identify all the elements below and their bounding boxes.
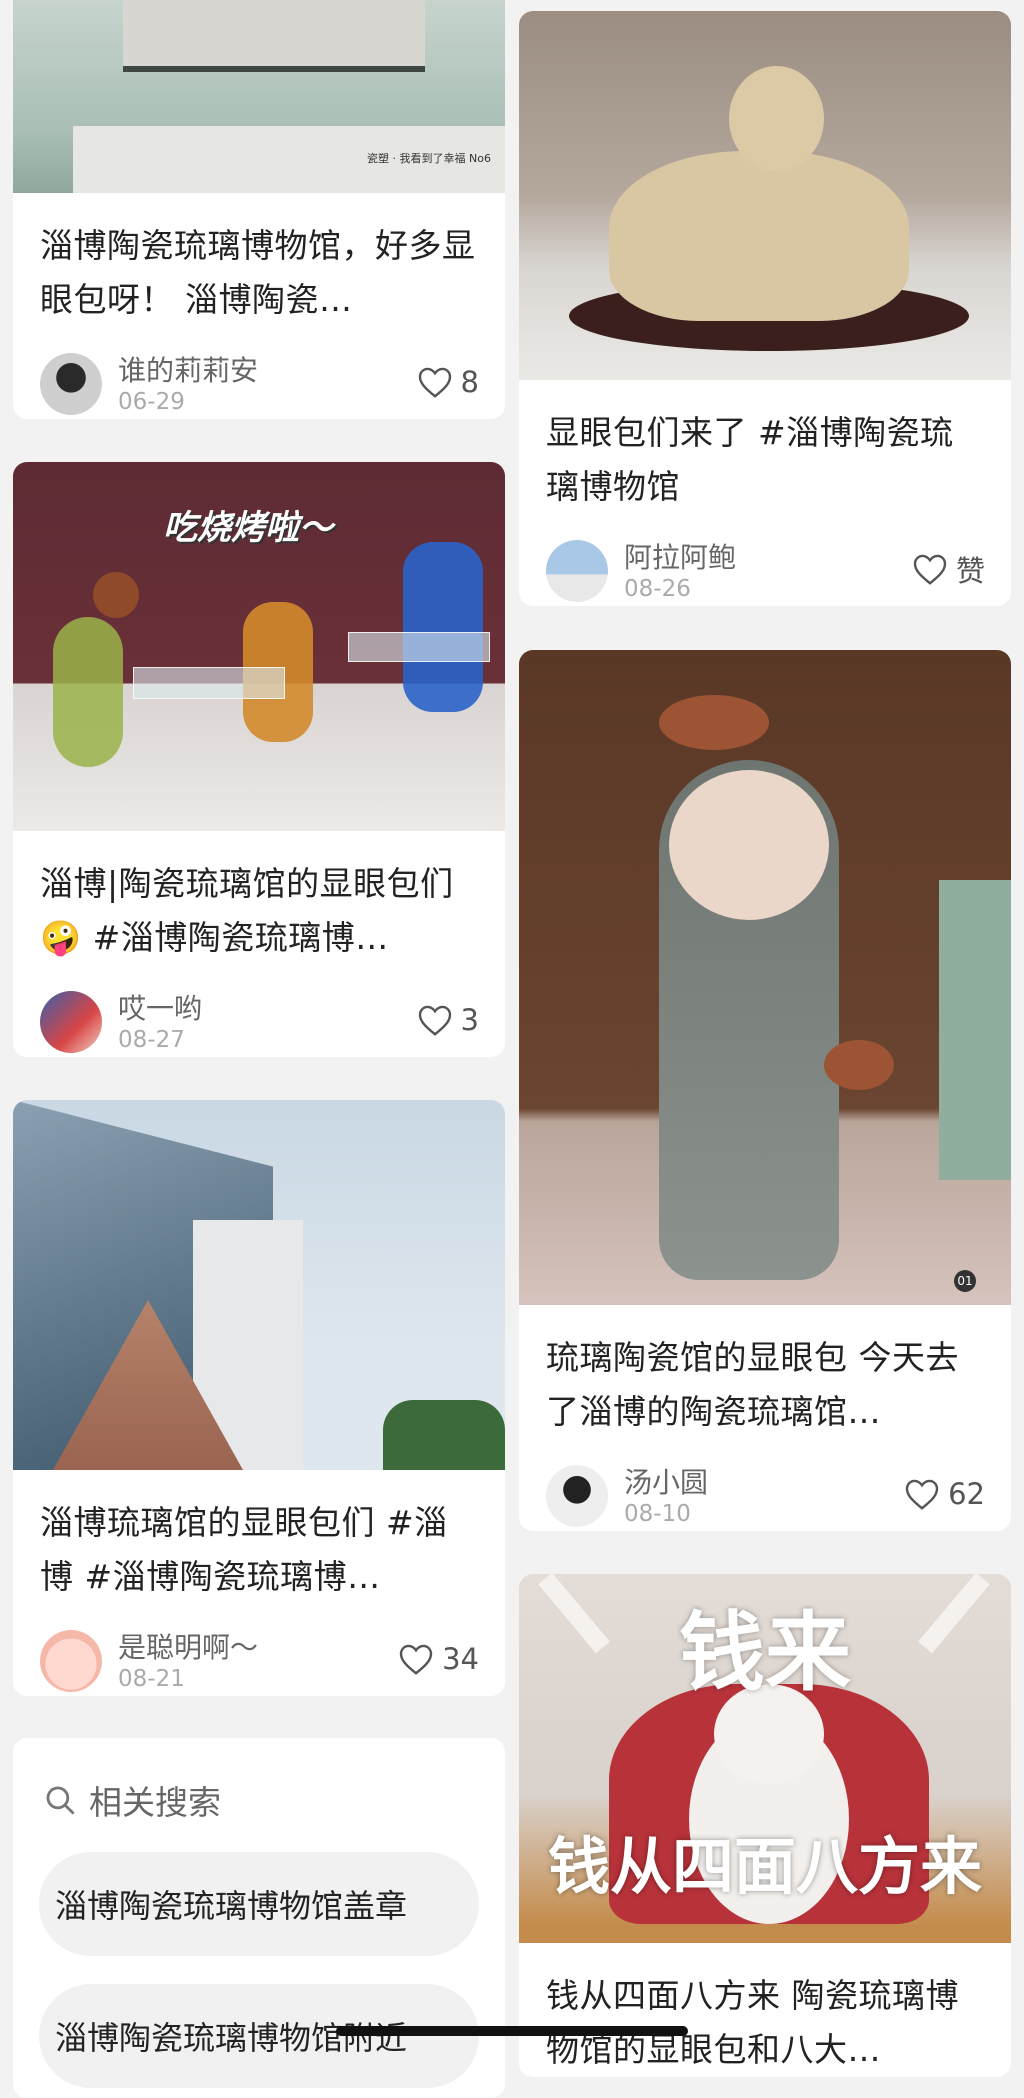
author-name[interactable]: 谁的莉莉安 [118,349,258,389]
note-image[interactable] [519,11,1011,380]
note-card[interactable]: 淄博琉璃馆的显眼包们 #淄博 #淄博陶瓷琉璃博… 是聪明啊～ 08-21 34 [13,1100,505,1696]
like-button[interactable]: 赞 [912,550,985,588]
note-meta: 阿拉阿鲍 08-26 赞 [546,536,985,606]
like-count: 赞 [955,554,985,588]
note-card[interactable]: 钱来 钱从四面八方来 钱从四面八方来 陶瓷琉璃博物馆的显眼包和八大… [519,1574,1011,2077]
note-image[interactable] [13,1100,505,1470]
post-date: 08-26 [624,576,691,602]
exhibit-badge: 01 [954,1270,976,1292]
note-title[interactable]: 钱从四面八方来 陶瓷琉璃博物馆的显眼包和八大… [546,1969,985,2077]
note-meta: 汤小圆 08-10 62 [546,1461,985,1531]
author-name[interactable]: 是聪明啊～ [118,1626,258,1666]
note-meta: 哎一哟 08-27 3 [40,987,479,1057]
image-overlay-text: 吃烧烤啦～ [163,508,333,548]
note-image[interactable]: 吃烧烤啦～ [13,462,505,831]
heart-outline-icon [418,367,451,398]
home-indicator[interactable] [336,2026,688,2036]
heart-outline-icon [418,1005,451,1036]
note-card[interactable]: 瓷塑 · 我看到了幸福 No6 淄博陶瓷琉璃博物馆，好多显眼包呀！ 淄博陶瓷… … [13,0,505,419]
post-date: 06-29 [118,389,185,415]
note-meta: 是聪明啊～ 08-21 34 [40,1626,479,1696]
avatar[interactable] [40,353,102,415]
note-card[interactable]: 01 琉璃陶瓷馆的显眼包 今天去了淄博的陶瓷琉璃馆… 汤小圆 08-10 62 [519,650,1011,1531]
related-search-panel: 相关搜索 淄博陶瓷琉璃博物馆盖章 淄博陶瓷琉璃博物馆附近 [13,1738,505,2098]
related-search-item[interactable]: 淄博陶瓷琉璃博物馆盖章 [39,1852,479,1956]
author-name[interactable]: 哎一哟 [118,987,202,1027]
exhibit-caption: 瓷塑 · 我看到了幸福 No6 [367,152,491,165]
post-date: 08-27 [118,1027,185,1053]
like-count: 8 [460,365,479,399]
related-search-heading: 相关搜索 [43,1776,505,1824]
like-button[interactable]: 8 [417,363,479,401]
related-search-item[interactable]: 淄博陶瓷琉璃博物馆附近 [39,1984,479,2088]
author-name[interactable]: 汤小圆 [624,1461,708,1501]
avatar[interactable] [40,991,102,1053]
note-title[interactable]: 淄博|陶瓷琉璃馆的显眼包们🤪 #淄博陶瓷琉璃博… [40,857,479,965]
like-button[interactable]: 62 [904,1475,985,1513]
note-title[interactable]: 琉璃陶瓷馆的显眼包 今天去了淄博的陶瓷琉璃馆… [546,1331,985,1439]
note-title[interactable]: 显眼包们来了 #淄博陶瓷琉璃博物馆 [546,406,985,514]
image-overlay-text: 钱从四面八方来 [547,1830,982,1903]
note-meta: 谁的莉莉安 06-29 8 [40,349,479,419]
note-image[interactable]: 钱来 钱从四面八方来 [519,1574,1011,1943]
heart-outline-icon [913,554,947,585]
like-button[interactable]: 34 [398,1640,479,1678]
search-icon [46,1786,75,1815]
note-title[interactable]: 淄博琉璃馆的显眼包们 #淄博 #淄博陶瓷琉璃博… [40,1496,479,1604]
author-name[interactable]: 阿拉阿鲍 [624,536,736,576]
like-count: 34 [442,1642,479,1676]
note-image[interactable]: 01 [519,650,1011,1305]
related-search-title: 相关搜索 [89,1783,221,1822]
avatar[interactable] [546,540,608,602]
like-count: 3 [460,1003,479,1037]
note-card[interactable]: 吃烧烤啦～ 淄博|陶瓷琉璃馆的显眼包们🤪 #淄博陶瓷琉璃博… 哎一哟 08-27… [13,462,505,1057]
note-image[interactable]: 瓷塑 · 我看到了幸福 No6 [13,0,505,193]
post-date: 08-10 [624,1501,691,1527]
note-card[interactable]: 显眼包们来了 #淄博陶瓷琉璃博物馆 阿拉阿鲍 08-26 赞 [519,11,1011,606]
avatar[interactable] [546,1465,608,1527]
like-count: 62 [948,1477,985,1511]
avatar[interactable] [40,1630,102,1692]
like-button[interactable]: 3 [417,1001,479,1039]
note-title[interactable]: 淄博陶瓷琉璃博物馆，好多显眼包呀！ 淄博陶瓷… [40,219,479,327]
heart-outline-icon [399,1644,433,1675]
image-overlay-text: 钱来 [679,1603,851,1703]
post-date: 08-21 [118,1666,185,1692]
heart-outline-icon [905,1479,939,1510]
